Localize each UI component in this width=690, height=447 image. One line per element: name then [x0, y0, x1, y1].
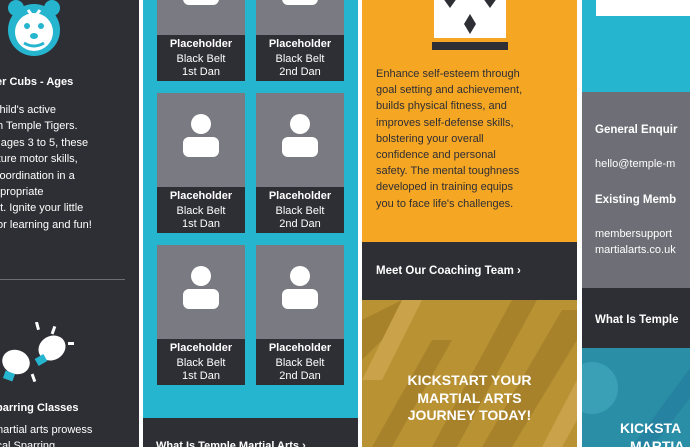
section-divider	[0, 279, 125, 280]
top-white-box	[596, 0, 690, 16]
coach-card[interactable]: Placeholder Black Belt 1st Dan	[157, 245, 245, 385]
general-email-link[interactable]: hello@temple-m	[595, 156, 675, 172]
coach-dan: 2nd Dan	[279, 218, 321, 230]
banner-text: KICKSTA MARTIA	[620, 420, 684, 447]
coach-photo-placeholder	[157, 93, 245, 187]
coach-photo-placeholder	[256, 245, 344, 339]
coach-dan: 1st Dan	[182, 66, 220, 78]
crown-icon	[432, 0, 508, 50]
coach-name: Placeholder	[268, 38, 332, 50]
coach-dan: 1st Dan	[182, 218, 220, 230]
coach-rank: Black Belt	[275, 205, 325, 217]
existing-members-title: Existing Memb	[595, 194, 677, 206]
coach-name: Placeholder	[169, 342, 233, 354]
coach-dan: 2nd Dan	[279, 370, 321, 382]
benefits-paragraph: Enhance self-esteem through goal setting…	[376, 68, 523, 210]
banner-text: KICKSTART YOUR MARTIAL ARTS JOURNEY TODA…	[362, 372, 577, 425]
banner-line-2: MARTIA	[630, 437, 685, 447]
section-text-cubs: child's active th Temple Tigers. r ages …	[0, 104, 92, 231]
person-icon	[282, 266, 318, 309]
coach-rank: Black Belt	[275, 53, 325, 65]
coach-card[interactable]: Placeholder Black Belt 2nd Dan	[256, 0, 344, 81]
coach-name: Placeholder	[268, 342, 332, 354]
person-icon	[282, 0, 318, 5]
coach-rank: Black Belt	[275, 357, 325, 369]
contact-panel: General Enquir hello@temple-m Existing M…	[582, 0, 690, 447]
banner-line-1: KICKSTA	[620, 420, 682, 436]
coach-dan: 1st Dan	[182, 370, 220, 382]
contact-info-box: General Enquir hello@temple-m Existing M…	[582, 92, 690, 288]
members-email-link[interactable]: membersupport martialarts.co.uk	[595, 226, 676, 258]
coach-name: Placeholder	[169, 38, 233, 50]
banner-line-3: JOURNEY TODAY!	[407, 407, 532, 423]
section-text-sparring: martial arts prowess ical Sparring	[0, 424, 93, 447]
coach-dan: 2nd Dan	[279, 66, 321, 78]
coach-rank: Black Belt	[176, 357, 226, 369]
coach-rank: Black Belt	[176, 53, 226, 65]
general-enquiries-title: General Enquir	[595, 124, 678, 136]
section-title-cubs: er Cubs - Ages	[0, 76, 74, 88]
coach-photo-placeholder	[256, 0, 344, 35]
banner-line-1: KICKSTART YOUR	[407, 372, 532, 388]
coach-card[interactable]: Placeholder Black Belt 1st Dan	[157, 93, 245, 233]
coach-card[interactable]: Placeholder Black Belt 2nd Dan	[256, 245, 344, 385]
banner-line-2: MARTIAL ARTS	[417, 389, 522, 406]
what-is-temple-link[interactable]: What Is Temple Martial Arts ›	[143, 418, 358, 447]
kickstart-banner[interactable]: KICKSTA MARTIA	[582, 348, 690, 447]
person-icon	[282, 114, 318, 157]
boxing-gloves-icon	[2, 322, 74, 383]
coach-card[interactable]: Placeholder Black Belt 2nd Dan	[256, 93, 344, 233]
coach-card[interactable]: Placeholder Black Belt 1st Dan	[157, 0, 245, 81]
tiger-cubs-panel: er Cubs - Ages child's active th Temple …	[0, 0, 139, 447]
what-is-temple-link[interactable]: What Is Temple	[582, 288, 690, 348]
coach-name: Placeholder	[169, 190, 233, 202]
kickstart-banner[interactable]: KICKSTART YOUR MARTIAL ARTS JOURNEY TODA…	[362, 300, 577, 447]
benefits-panel: Enhance self-esteem through goal setting…	[362, 0, 577, 447]
coach-rank: Black Belt	[176, 205, 226, 217]
meet-coaching-team-link[interactable]: Meet Our Coaching Team ›	[362, 242, 577, 300]
coach-photo-placeholder	[157, 245, 245, 339]
person-icon	[183, 266, 219, 309]
person-icon	[183, 114, 219, 157]
coach-photo-placeholder	[256, 93, 344, 187]
section-title-sparring: parring Classes	[0, 402, 79, 414]
coach-name: Placeholder	[268, 190, 332, 202]
coaching-team-panel: Placeholder Black Belt 1st Dan Placehold…	[143, 0, 358, 447]
tiger-mascot-icon	[8, 0, 60, 56]
coach-photo-placeholder	[157, 0, 245, 35]
person-icon	[183, 0, 219, 5]
